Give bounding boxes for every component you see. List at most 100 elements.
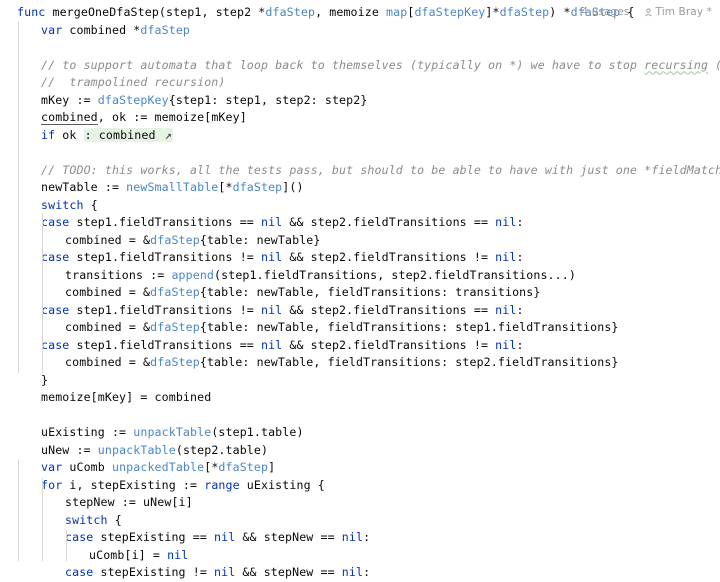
code-text: uComb xyxy=(69,460,112,474)
code-line[interactable] xyxy=(0,39,720,57)
code-type: unpackTable xyxy=(97,442,176,457)
code-type: dfaStepKey xyxy=(97,92,169,107)
code-keyword: var xyxy=(41,22,70,37)
code-line[interactable]: case step1.fieldTransitions != nil && st… xyxy=(0,249,720,267)
code-type: dfaStep xyxy=(150,285,200,299)
code-line[interactable]: memoize[mKey] = combined xyxy=(0,389,720,407)
code-text: mergeOneDfaStep(step1, step2 * xyxy=(52,5,266,19)
code-text: uComb[i] = xyxy=(89,547,168,562)
code-line[interactable]: // to support automata that loop back to… xyxy=(0,57,720,75)
code-text: stepExisting != xyxy=(100,565,215,579)
code-line[interactable]: mKey := dfaStepKey{step1: step1, step2: … xyxy=(0,92,720,110)
code-line[interactable]: combined = &dfaStep{table: newTable} xyxy=(0,232,720,250)
code-line[interactable]: case step1.fieldTransitions != nil && st… xyxy=(0,302,720,320)
code-text: : xyxy=(363,530,371,544)
code-line[interactable]: uNew := unpackTable(step2.table) xyxy=(0,442,720,460)
code-keyword: nil xyxy=(260,215,283,229)
code-type: append xyxy=(171,267,215,282)
code-line[interactable]: uComb[i] = nil xyxy=(0,547,720,565)
code-line[interactable]: if ok : combined ↗ xyxy=(0,127,720,145)
code-line[interactable] xyxy=(0,144,720,162)
code-line[interactable]: var combined *dfaStep xyxy=(0,22,720,40)
code-keyword: nil xyxy=(214,565,236,579)
code-line[interactable]: transitions := append(step1.fieldTransit… xyxy=(0,267,720,285)
code-line[interactable]: case step1.fieldTransitions == nil && st… xyxy=(0,214,720,232)
code-keyword: func xyxy=(17,5,53,19)
code-line[interactable]: combined = &dfaStep{table: newTable, fie… xyxy=(0,284,720,302)
code-line[interactable]: func mergeOneDfaStep(step1, step2 *dfaSt… xyxy=(0,4,720,22)
code-text: , ok := memoize[mKey] xyxy=(97,110,247,124)
code-text: stepExisting == xyxy=(100,530,215,544)
code-text: stepNew := uNew[i] xyxy=(65,495,193,509)
code-line[interactable]: switch { xyxy=(0,197,720,215)
code-text: uNew := xyxy=(41,442,98,457)
code-keyword: case xyxy=(41,215,77,229)
code-text: newTable := xyxy=(41,180,127,194)
code-keyword: nil xyxy=(260,302,283,317)
code-type: unpackedTable xyxy=(111,460,205,474)
code-line[interactable]: combined = &dfaStep{table: newTable, fie… xyxy=(0,354,720,372)
code-text: mKey := xyxy=(41,92,98,107)
code-text-area[interactable]: func mergeOneDfaStep(step1, step2 *dfaSt… xyxy=(0,0,720,582)
code-keyword: nil xyxy=(214,530,236,544)
code-text: : xyxy=(516,215,524,229)
code-keyword: nil xyxy=(260,250,283,264)
code-comment: (and also xyxy=(708,58,720,72)
code-line[interactable]: // trampolined recursion) xyxy=(0,74,720,92)
code-text: (step1.fieldTransitions, step2.fieldTran… xyxy=(214,267,576,282)
code-keyword: nil xyxy=(167,547,189,562)
code-line[interactable]: newTable := newSmallTable[*dfaStep]() xyxy=(0,179,720,197)
code-text: memoize[mKey] = combined xyxy=(41,390,212,404)
code-line[interactable]: var uComb unpackedTable[*dfaStep] xyxy=(0,459,720,477)
code-line[interactable]: switch { xyxy=(0,512,720,530)
code-keyword: case xyxy=(41,337,77,352)
code-text: , memoize xyxy=(315,5,387,19)
code-text: step1.fieldTransitions != xyxy=(76,302,261,317)
code-line[interactable]: for i, stepExisting := range uExisting { xyxy=(0,477,720,495)
code-text: && step2.fieldTransitions != xyxy=(282,250,496,264)
code-text: : combined xyxy=(83,127,164,142)
code-text: && stepNew == xyxy=(235,530,342,544)
code-line[interactable] xyxy=(0,407,720,425)
code-keyword: case xyxy=(65,565,101,579)
code-text: && step2.fieldTransitions != xyxy=(282,337,496,352)
code-type: dfaStep xyxy=(265,5,316,19)
fold-expand-arrow-icon[interactable]: ↗ xyxy=(163,127,173,142)
code-editor[interactable]: func mergeOneDfaStep(step1, step2 *dfaSt… xyxy=(0,0,720,579)
code-text: (step2.table) xyxy=(175,442,269,457)
usages-hint[interactable]: 4 usages xyxy=(581,4,629,22)
code-keyword: if xyxy=(41,127,63,142)
code-comment: // trampolined recursion) xyxy=(41,75,226,89)
code-keyword: range xyxy=(204,477,247,492)
code-line[interactable]: combined, ok := memoize[mKey] xyxy=(0,109,720,127)
code-text: step1.fieldTransitions == xyxy=(76,215,261,229)
code-text: && step2.fieldTransitions == xyxy=(282,302,496,317)
code-text: combined = & xyxy=(65,355,151,369)
code-line[interactable]: uExisting := unpackTable(step1.table) xyxy=(0,424,720,442)
code-text: (step1.table) xyxy=(211,425,304,439)
code-text: ]() xyxy=(282,180,304,194)
author-name: Tim Bray * xyxy=(655,6,712,18)
code-line[interactable]: combined = &dfaStep{table: newTable, fie… xyxy=(0,319,720,337)
code-line[interactable]: case step1.fieldTransitions == nil && st… xyxy=(0,337,720,355)
code-text: uExisting := xyxy=(41,425,134,439)
code-type: dfaStep xyxy=(150,232,200,247)
code-text: : xyxy=(516,250,524,264)
code-text: i, stepExisting := xyxy=(69,477,205,492)
code-text: : xyxy=(516,302,524,317)
author-hint[interactable]: Tim Bray * xyxy=(644,4,713,22)
code-line[interactable]: // TODO: this works, all the tests pass,… xyxy=(0,162,720,180)
code-text: ok xyxy=(62,127,84,142)
code-line[interactable]: case stepExisting == nil && stepNew == n… xyxy=(0,529,720,547)
code-line[interactable]: case stepExisting != nil && stepNew == n… xyxy=(0,564,720,582)
code-text: combined * xyxy=(69,22,141,37)
code-keyword: case xyxy=(41,250,77,264)
code-type: map xyxy=(386,5,408,19)
code-line[interactable]: } xyxy=(0,372,720,390)
code-keyword: var xyxy=(41,460,70,474)
code-type: dfaStep xyxy=(150,320,200,334)
code-type: newSmallTable xyxy=(126,180,219,194)
code-line[interactable]: stepNew := uNew[i] xyxy=(0,494,720,512)
code-comment: // to support automata that loop back to… xyxy=(41,57,645,72)
code-text: {step1: step1, step2: step2} xyxy=(168,92,368,107)
